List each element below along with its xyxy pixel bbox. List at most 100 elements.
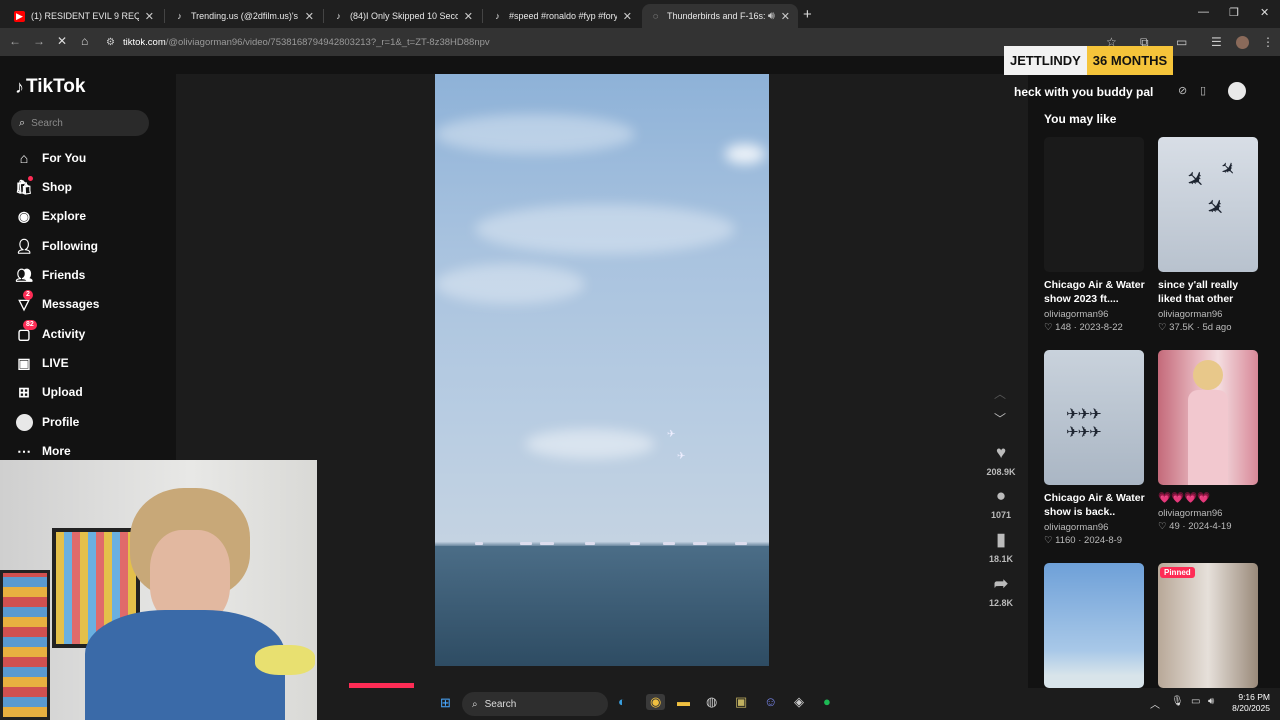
tiktok-logo[interactable]: ♪ TikTok	[15, 76, 85, 98]
compass-icon[interactable]: ⊘	[1178, 84, 1187, 97]
comment-button[interactable]: ● 1071	[985, 486, 1017, 520]
recommended-card[interactable]: 💗💗💗💗 oliviagorman96 ♡ 49 · 2024-4-19	[1158, 350, 1259, 532]
profile-avatar-icon[interactable]	[1236, 36, 1249, 49]
network-icon[interactable]: ▭	[1191, 696, 1200, 707]
cloud-shape	[725, 144, 765, 164]
steam-icon[interactable]: ◈	[794, 694, 804, 710]
search-icon: ⌕	[472, 698, 478, 710]
back-icon[interactable]: ←	[9, 34, 21, 48]
tiktok-icon: ♪	[336, 10, 341, 21]
save-button[interactable]: ▮ 18.1K	[985, 530, 1017, 564]
tiktok-icon: ♪	[495, 10, 500, 21]
sidebar-item-upload[interactable]: ⊞ Upload	[15, 381, 83, 403]
sidebar-item-shop[interactable]: 🛍︎ Shop	[15, 175, 72, 198]
share-button[interactable]: ➦ 12.8K	[985, 574, 1017, 608]
menu-kebab-icon[interactable]: ⋮	[1262, 35, 1274, 49]
toggle-switch[interactable]	[1228, 82, 1246, 100]
new-tab-button[interactable]: +	[803, 6, 812, 23]
boat-shape	[630, 542, 640, 545]
heart-icon: ♥	[995, 443, 1007, 462]
stop-loading-icon[interactable]: ✕	[57, 34, 67, 48]
jet-icon: ✈	[1215, 156, 1241, 182]
sidebar-item-live[interactable]: ▣ LIVE	[15, 352, 68, 374]
recommended-card[interactable]: Pinned	[1158, 563, 1259, 688]
file-explorer-icon[interactable]: ▬	[677, 694, 690, 709]
game-app-icon[interactable]: ▣	[735, 694, 747, 710]
home-icon: ⌂	[19, 150, 29, 166]
spotify-icon[interactable]: ●	[823, 694, 831, 709]
close-icon[interactable]: ✕	[145, 10, 154, 23]
heart-icon: ♡	[1044, 535, 1056, 546]
upload-icon: ⊞	[18, 383, 30, 400]
tab-speed-ronaldo[interactable]: ♪ #speed #ronaldo #fyp #foryou ✕	[484, 4, 640, 28]
youtube-icon: ▶	[14, 10, 25, 22]
url-field[interactable]: ⚙ tiktok.com/@oliviagorman96/video/75381…	[106, 32, 1006, 52]
sidebar-item-for-you[interactable]: ⌂ For You	[15, 147, 86, 169]
cast-icon[interactable]: ▭	[1176, 35, 1187, 49]
recommended-card[interactable]: ✈ ✈ ✈ since y'all really liked that othe…	[1158, 137, 1259, 333]
tray-chevron-icon[interactable]: ︿	[1150, 696, 1160, 711]
edge-icon[interactable]: ◐	[618, 694, 626, 709]
sidebar-item-profile[interactable]: Profile	[15, 411, 79, 433]
discord-icon[interactable]: ☺	[764, 694, 777, 709]
boat-shape	[585, 542, 595, 545]
heart-icon: ♡	[1158, 521, 1170, 532]
close-icon[interactable]: ✕	[305, 10, 314, 23]
sidebar-item-more[interactable]: ⋯ More	[15, 440, 71, 462]
sidebar-item-messages[interactable]: ▽ 2 Messages	[15, 289, 99, 315]
boat-shape	[520, 542, 532, 545]
profile-icon	[15, 413, 33, 431]
boat-shape	[475, 542, 483, 545]
windows-start-icon[interactable]: ⊞	[440, 695, 451, 711]
tab-thunderbirds[interactable]: ◌ Thunderbirds and F-16s: A 🔊︎ ✕	[642, 4, 798, 28]
boat-shape	[735, 542, 747, 545]
volume-icon[interactable]: 🔊︎	[1208, 696, 1214, 707]
forward-icon[interactable]: →	[33, 34, 45, 48]
messages-icon: ▽ 2	[15, 289, 33, 313]
cloud-shape	[435, 114, 635, 154]
like-button[interactable]: ♥ 208.9K	[985, 443, 1017, 477]
cloud-shape	[525, 429, 655, 459]
sidebar-item-friends[interactable]: 👥︎ Friends	[15, 264, 85, 286]
reading-list-icon[interactable]: ☰	[1211, 35, 1222, 49]
phone-icon[interactable]: ▯	[1200, 84, 1206, 97]
previous-video-icon[interactable]: ︿	[994, 385, 1006, 402]
stream-sub-alert: JETTLINDY 36 MONTHS	[1004, 46, 1174, 75]
search-input[interactable]: ⌕ Search	[11, 110, 149, 136]
close-window-icon[interactable]: ✕	[1260, 6, 1269, 19]
minimize-icon[interactable]: —	[1198, 6, 1209, 18]
tab-trending[interactable]: ♪ Trending.us (@2dfilm.us)'s vide ✕	[166, 4, 322, 28]
tab-only-skipped[interactable]: ♪ (84)I Only Skipped 10 Seconds ✕	[325, 4, 481, 28]
bookmark-icon: ▮	[996, 530, 1006, 549]
close-icon[interactable]: ✕	[781, 10, 790, 23]
recommended-card[interactable]: Chicago Air & Water show 2023 ft.... oli…	[1044, 137, 1145, 333]
chrome-icon[interactable]: ◉	[646, 694, 666, 710]
sea-shape	[435, 546, 769, 666]
close-icon[interactable]: ✕	[623, 10, 632, 23]
next-video-icon[interactable]: ﹀	[994, 410, 1006, 427]
taskbar-clock[interactable]: 9:16 PM 8/20/2025	[1222, 692, 1270, 714]
recommended-card[interactable]: ✈✈✈ ✈✈✈ Chicago Air & Water show is back.…	[1044, 350, 1145, 546]
maximize-icon[interactable]: ❐	[1229, 6, 1239, 19]
taskbar-search[interactable]: ⌕ Search	[462, 692, 608, 716]
site-info-icon[interactable]: ⚙	[106, 37, 115, 48]
live-icon: ▣	[17, 354, 31, 371]
close-icon[interactable]: ✕	[464, 10, 473, 23]
sidebar-item-explore[interactable]: ◉ Explore	[15, 205, 86, 227]
recommended-card[interactable]	[1044, 563, 1145, 688]
microphone-icon[interactable]: 🎙︎	[1171, 696, 1184, 707]
tab-resident-evil[interactable]: ▶ (1) RESIDENT EVIL 9 REQUIEM ✕	[6, 4, 162, 28]
browser-tab-bar: ▶ (1) RESIDENT EVIL 9 REQUIEM ✕ ♪ Trendi…	[0, 0, 1280, 28]
speaker-icon[interactable]: 🔊︎	[768, 10, 775, 23]
home-icon[interactable]: ⌂	[81, 34, 88, 48]
video-player[interactable]: ✈ ✈	[435, 74, 769, 666]
card-stats: ♡ 37.5K · 5d ago	[1158, 322, 1232, 333]
obs-icon[interactable]: ◍	[706, 694, 717, 710]
thumbnail	[1044, 137, 1144, 272]
sidebar-item-following[interactable]: 👤︎ Following	[15, 235, 98, 257]
sidebar-item-activity[interactable]: ▢ 82 Activity	[15, 319, 85, 345]
card-stats: ♡ 1160 · 2024-8-9	[1044, 535, 1123, 546]
friends-icon: 👥︎	[15, 266, 33, 283]
boat-shape	[663, 542, 675, 545]
boat-shape	[540, 542, 554, 545]
